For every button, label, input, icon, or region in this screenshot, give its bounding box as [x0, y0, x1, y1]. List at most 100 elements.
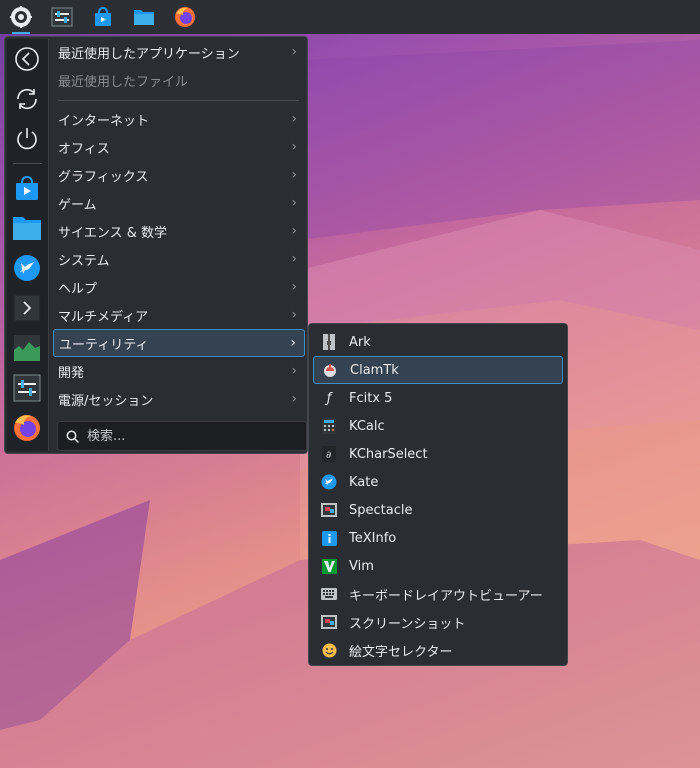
- category-label: サイエンス & 数学: [58, 225, 168, 241]
- chevron-right-icon: ›: [291, 111, 297, 127]
- category-label: オフィス: [58, 141, 110, 157]
- favorite-system-monitor[interactable]: [7, 328, 47, 368]
- chevron-right-icon: ›: [290, 335, 296, 351]
- category-graphics[interactable]: グラフィックス ›: [53, 161, 305, 189]
- top-panel: [0, 0, 700, 34]
- category-multimedia[interactable]: マルチメディア ›: [53, 301, 305, 329]
- app-spectacle[interactable]: Spectacle: [313, 496, 563, 524]
- category-help[interactable]: ヘルプ ›: [53, 273, 305, 301]
- category-label: 最近使用したアプリケーション: [58, 46, 240, 62]
- firefox-taskbar-button[interactable]: [168, 0, 202, 34]
- back-button[interactable]: [7, 39, 47, 79]
- category-games[interactable]: ゲーム ›: [53, 189, 305, 217]
- kde-logo-icon: [10, 6, 32, 28]
- app-fcitx5[interactable]: ƒ Fcitx 5: [313, 384, 563, 412]
- emoji-smile-icon: [321, 642, 337, 658]
- app-texinfo[interactable]: TeXInfo: [313, 524, 563, 552]
- search-field[interactable]: [57, 421, 307, 451]
- firefox-icon: [175, 7, 195, 27]
- settings-sliders-icon: [51, 7, 73, 27]
- folder-icon: [13, 217, 41, 240]
- app-label: TeXInfo: [349, 530, 397, 546]
- app-clamtk[interactable]: ClamTk: [313, 356, 563, 384]
- app-label: キーボードレイアウトビューアー: [349, 588, 543, 604]
- application-menu: 最近使用したアプリケーション › 最近使用したファイル インターネット › オフ…: [4, 36, 308, 454]
- system-settings-taskbar-button[interactable]: [45, 0, 79, 34]
- app-kcharselect[interactable]: ∂ KCharSelect: [313, 440, 563, 468]
- favorite-discover[interactable]: [7, 168, 47, 208]
- category-internet[interactable]: インターネット ›: [53, 105, 305, 133]
- restart-button[interactable]: [7, 79, 47, 119]
- search-input[interactable]: [85, 427, 289, 445]
- chevron-right-icon: ›: [291, 167, 297, 183]
- fcitx-icon: ƒ: [326, 390, 332, 406]
- favorite-konsole[interactable]: [7, 288, 47, 328]
- category-label: ゲーム: [58, 197, 97, 213]
- app-label: Ark: [349, 334, 371, 350]
- category-label: インターネット: [58, 113, 150, 129]
- category-power-session[interactable]: 電源/セッション ›: [53, 385, 305, 413]
- favorite-system-settings[interactable]: [7, 368, 47, 408]
- app-label: Vim: [349, 558, 374, 574]
- settings-sliders-icon: [13, 374, 41, 402]
- category-label: マルチメディア: [58, 309, 149, 325]
- app-emoji-selector[interactable]: 絵文字セレクター: [313, 636, 563, 664]
- chevron-right-icon: ›: [291, 195, 297, 211]
- category-system[interactable]: システム ›: [53, 245, 305, 273]
- character-select-icon: ∂: [321, 446, 337, 462]
- app-label: KCharSelect: [349, 446, 428, 462]
- chevron-right-icon: ›: [291, 139, 297, 155]
- svg-text:∂: ∂: [326, 450, 331, 461]
- kate-icon: [14, 255, 40, 281]
- app-label: KCalc: [349, 418, 385, 434]
- back-circle-icon: [15, 47, 39, 71]
- category-label: システム: [58, 253, 110, 269]
- kate-icon: [321, 474, 337, 490]
- antivirus-icon: [322, 362, 338, 378]
- favorite-firefox[interactable]: [7, 408, 47, 448]
- utilities-submenu: Ark ClamTk ƒ Fcitx 5 KCalc ∂ KCharSelect…: [308, 323, 568, 666]
- app-keyboard-layout-viewer[interactable]: キーボードレイアウトビューアー: [313, 580, 563, 608]
- shopping-bag-icon: [95, 7, 111, 26]
- power-icon: [17, 128, 37, 150]
- discover-taskbar-button[interactable]: [86, 0, 120, 34]
- chevron-right-icon: ›: [291, 251, 297, 267]
- category-science-math[interactable]: サイエンス & 数学 ›: [53, 217, 305, 245]
- app-label: Kate: [349, 474, 379, 490]
- category-utilities[interactable]: ユーティリティ ›: [53, 329, 305, 357]
- dolphin-taskbar-button[interactable]: [127, 0, 161, 34]
- app-label: 絵文字セレクター: [349, 644, 453, 660]
- category-label: 電源/セッション: [58, 393, 154, 409]
- favorites-bar: [7, 39, 49, 451]
- category-list: 最近使用したアプリケーション › 最近使用したファイル インターネット › オフ…: [53, 37, 305, 413]
- category-recent-files[interactable]: 最近使用したファイル: [53, 66, 305, 94]
- chevron-right-icon: ›: [291, 307, 297, 323]
- app-ark[interactable]: Ark: [313, 328, 563, 356]
- app-label: Spectacle: [349, 502, 413, 518]
- category-separator: [58, 100, 299, 101]
- archive-icon: [321, 334, 337, 350]
- chevron-right-icon: ›: [291, 44, 297, 60]
- category-recent-applications[interactable]: 最近使用したアプリケーション ›: [53, 38, 305, 66]
- application-launcher-button[interactable]: [4, 0, 38, 34]
- app-label: スクリーンショット: [349, 616, 466, 632]
- shutdown-button[interactable]: [7, 119, 47, 159]
- favorite-dolphin[interactable]: [7, 208, 47, 248]
- vim-icon: [321, 558, 337, 574]
- screenshot-icon: [321, 614, 337, 630]
- restart-icon: [17, 88, 37, 110]
- category-office[interactable]: オフィス ›: [53, 133, 305, 161]
- firefox-icon: [14, 415, 40, 441]
- chevron-right-icon: ›: [291, 363, 297, 379]
- keyboard-icon: [321, 586, 337, 602]
- app-kate[interactable]: Kate: [313, 468, 563, 496]
- category-label: ユーティリティ: [59, 337, 149, 353]
- folder-icon: [134, 10, 154, 25]
- favorite-kate[interactable]: [7, 248, 47, 288]
- app-vim[interactable]: Vim: [313, 552, 563, 580]
- app-kcalc[interactable]: KCalc: [313, 412, 563, 440]
- app-screenshot[interactable]: スクリーンショット: [313, 608, 563, 636]
- chevron-right-icon: ›: [291, 391, 297, 407]
- category-development[interactable]: 開発 ›: [53, 357, 305, 385]
- screenshot-icon: [321, 502, 337, 518]
